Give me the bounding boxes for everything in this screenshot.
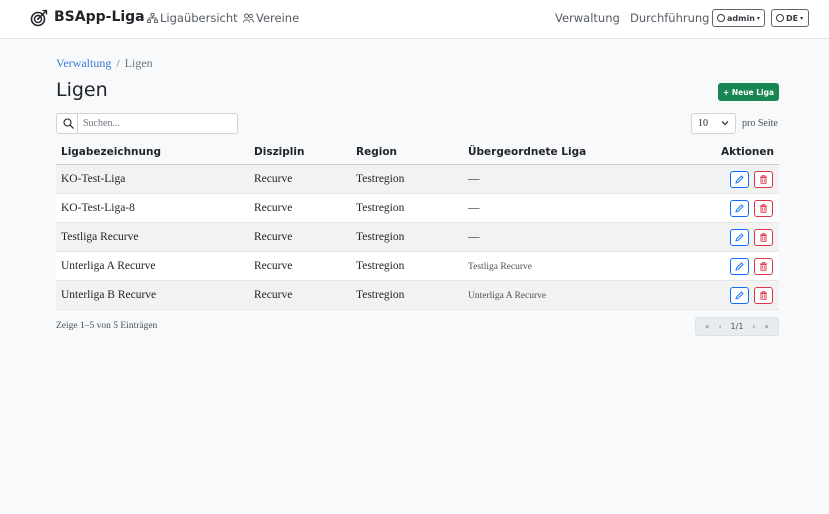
table-row: KO-Test-Liga-8 Recurve Testregion —	[56, 194, 779, 223]
delete-button[interactable]	[754, 229, 773, 246]
pencil-icon	[735, 233, 744, 242]
edit-button[interactable]	[730, 229, 749, 246]
nav-link-durchfuehrung[interactable]: Durchführung	[630, 11, 709, 25]
language-menu-label: DE	[786, 13, 799, 23]
nav-link-vereine[interactable]: Vereine	[243, 11, 299, 25]
table-row: KO-Test-Liga Recurve Testregion —	[56, 165, 779, 194]
cell-region: Testregion	[356, 202, 405, 214]
delete-button[interactable]	[754, 171, 773, 188]
cell-uebergeordnete-liga: Testliga Recurve	[468, 262, 532, 272]
cell-disziplin: Recurve	[254, 289, 293, 301]
trash-icon	[760, 291, 767, 300]
cell-region: Testregion	[356, 173, 405, 185]
nav-link-ligauebersicht[interactable]: Ligaübersicht	[147, 11, 238, 25]
delete-button[interactable]	[754, 200, 773, 217]
target-logo-icon[interactable]	[30, 9, 48, 27]
cell-ligabezeichnung: Testliga Recurve	[61, 231, 139, 243]
users-icon	[243, 13, 254, 23]
delete-button[interactable]	[754, 258, 773, 275]
pagination-current-page: 1/1	[730, 322, 744, 331]
cell-ligabezeichnung: KO-Test-Liga-8	[61, 202, 135, 214]
edit-button[interactable]	[730, 171, 749, 188]
pencil-icon	[735, 204, 744, 213]
ligen-table: Ligabezeichnung Disziplin Region Übergeo…	[56, 141, 779, 310]
caret-down-icon: ▾	[800, 14, 804, 22]
breadcrumb-separator: /	[116, 56, 120, 70]
cell-region: Testregion	[356, 231, 405, 243]
top-navbar: BSApp-Liga Ligaübersicht Vereine Verwalt…	[0, 0, 829, 39]
table-body: KO-Test-Liga Recurve Testregion — KO-Tes…	[56, 165, 779, 310]
page-size-select[interactable]: 10	[691, 113, 736, 134]
search-group	[56, 113, 238, 134]
edit-button[interactable]	[730, 258, 749, 275]
page-size-value: 10	[698, 118, 708, 129]
new-liga-button[interactable]: + Neue Liga	[718, 83, 779, 101]
pencil-icon	[735, 262, 744, 271]
cell-uebergeordnete-liga: —	[468, 173, 480, 185]
column-header-region[interactable]: Region	[356, 146, 397, 158]
pagination-prev-button[interactable]: ‹	[719, 322, 722, 331]
column-header-disziplin[interactable]: Disziplin	[254, 146, 304, 158]
breadcrumb-current: Ligen	[124, 56, 153, 70]
pencil-icon	[735, 291, 744, 300]
trash-icon	[760, 204, 767, 213]
pencil-icon	[735, 175, 744, 184]
nav-link-verwaltung[interactable]: Verwaltung	[555, 11, 620, 25]
cell-uebergeordnete-liga: Unterliga A Recurve	[468, 291, 547, 301]
breadcrumb-link-verwaltung[interactable]: Verwaltung	[56, 56, 111, 70]
cell-ligabezeichnung: KO-Test-Liga	[61, 173, 126, 185]
nav-link-label: Ligaübersicht	[160, 11, 238, 25]
cell-ligabezeichnung: Unterliga A Recurve	[61, 260, 156, 272]
cell-disziplin: Recurve	[254, 231, 293, 243]
cell-ligabezeichnung: Unterliga B Recurve	[61, 289, 157, 301]
column-header-uebergeordnete-liga[interactable]: Übergeordnete Liga	[468, 146, 586, 158]
hierarchy-icon	[147, 13, 158, 23]
search-icon	[63, 118, 74, 129]
cell-disziplin: Recurve	[254, 173, 293, 185]
delete-button[interactable]	[754, 287, 773, 304]
page-title: Ligen	[56, 79, 108, 101]
trash-icon	[760, 262, 767, 271]
caret-down-icon: ▾	[756, 14, 760, 22]
user-circle-icon	[717, 14, 725, 22]
table-header: Ligabezeichnung Disziplin Region Übergeo…	[56, 141, 779, 165]
pagination-next-button[interactable]: ›	[752, 322, 755, 331]
table-summary: Zeige 1–5 von 5 Einträgen	[56, 321, 158, 331]
cell-uebergeordnete-liga: —	[468, 202, 480, 214]
cell-disziplin: Recurve	[254, 202, 293, 214]
edit-button[interactable]	[730, 200, 749, 217]
user-menu-button[interactable]: admin ▾	[712, 9, 765, 27]
pagination-last-button[interactable]: »	[764, 322, 769, 331]
search-divider	[77, 114, 78, 133]
page-size-label: pro Seite	[742, 118, 778, 129]
cell-disziplin: Recurve	[254, 260, 293, 272]
column-header-ligabezeichnung[interactable]: Ligabezeichnung	[61, 146, 161, 158]
cell-uebergeordnete-liga: —	[468, 231, 480, 243]
edit-button[interactable]	[730, 287, 749, 304]
pagination: « ‹ 1/1 › »	[695, 317, 779, 336]
chevron-down-icon	[721, 121, 729, 126]
breadcrumb: Verwaltung / Ligen	[56, 56, 153, 71]
column-header-aktionen: Aktionen	[720, 146, 774, 158]
trash-icon	[760, 175, 767, 184]
table-row: Unterliga A Recurve Recurve Testregion T…	[56, 252, 779, 281]
globe-icon	[776, 14, 784, 22]
cell-region: Testregion	[356, 289, 405, 301]
user-menu-label: admin	[727, 13, 755, 23]
brand-name[interactable]: BSApp-Liga	[54, 9, 145, 25]
language-menu-button[interactable]: DE ▾	[771, 9, 809, 27]
cell-region: Testregion	[356, 260, 405, 272]
table-row: Unterliga B Recurve Recurve Testregion U…	[56, 281, 779, 310]
nav-link-label: Vereine	[256, 11, 300, 25]
search-input[interactable]	[79, 115, 234, 132]
pagination-first-button[interactable]: «	[705, 322, 710, 331]
trash-icon	[760, 233, 767, 242]
table-row: Testliga Recurve Recurve Testregion —	[56, 223, 779, 252]
